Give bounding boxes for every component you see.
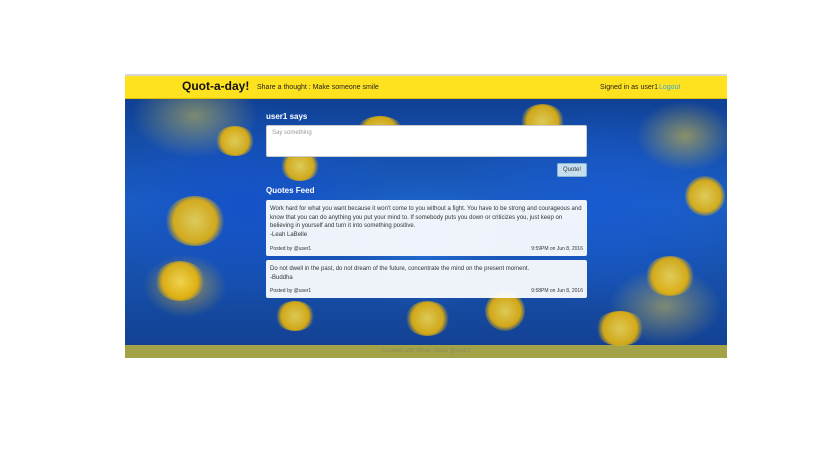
background-flower — [405, 301, 450, 336]
background-flower — [215, 126, 255, 156]
logout-link[interactable]: Logout — [659, 84, 680, 91]
compose-heading: user1 says — [266, 112, 308, 121]
signed-in-status: Signed in as user1 — [600, 84, 658, 91]
tagline: Share a thought : Make someone smile — [257, 84, 379, 91]
quote-author: -Buddha — [270, 274, 293, 281]
quote-timestamp: 9:58PM on Jun 8, 2016 — [531, 287, 583, 294]
quote-card: Do not dwell in the past, do not dream o… — [266, 260, 587, 298]
background-flower — [155, 261, 205, 301]
quote-timestamp: 9:59PM on Jun 8, 2016 — [531, 245, 583, 252]
quote-input[interactable]: Say something — [266, 125, 587, 157]
background-flower — [645, 256, 695, 296]
quote-text: Do not dwell in the past, do not dream o… — [270, 266, 530, 272]
quote-text: Work hard for what you want because it w… — [270, 206, 582, 229]
footer: Created with Mean Stack @user1 — [125, 345, 727, 358]
background-flower — [165, 196, 225, 246]
brand-logo[interactable]: Quot-a-day! — [182, 79, 249, 93]
feed-title: Quotes Feed — [266, 186, 315, 195]
quote-card: Work hard for what you want because it w… — [266, 200, 587, 256]
navbar: Quot-a-day! Share a thought : Make someo… — [125, 76, 727, 99]
background-flower — [595, 311, 645, 346]
posted-by: Posted by @user1 — [270, 287, 312, 294]
quote-button[interactable]: Quote! — [557, 163, 587, 177]
background-flower — [275, 301, 315, 331]
background-flower — [685, 176, 725, 216]
app-window: Quot-a-day! Share a thought : Make someo… — [125, 74, 727, 358]
quote-author: -Leah LaBelle — [270, 231, 308, 238]
posted-by: Posted by @user1 — [270, 245, 312, 252]
